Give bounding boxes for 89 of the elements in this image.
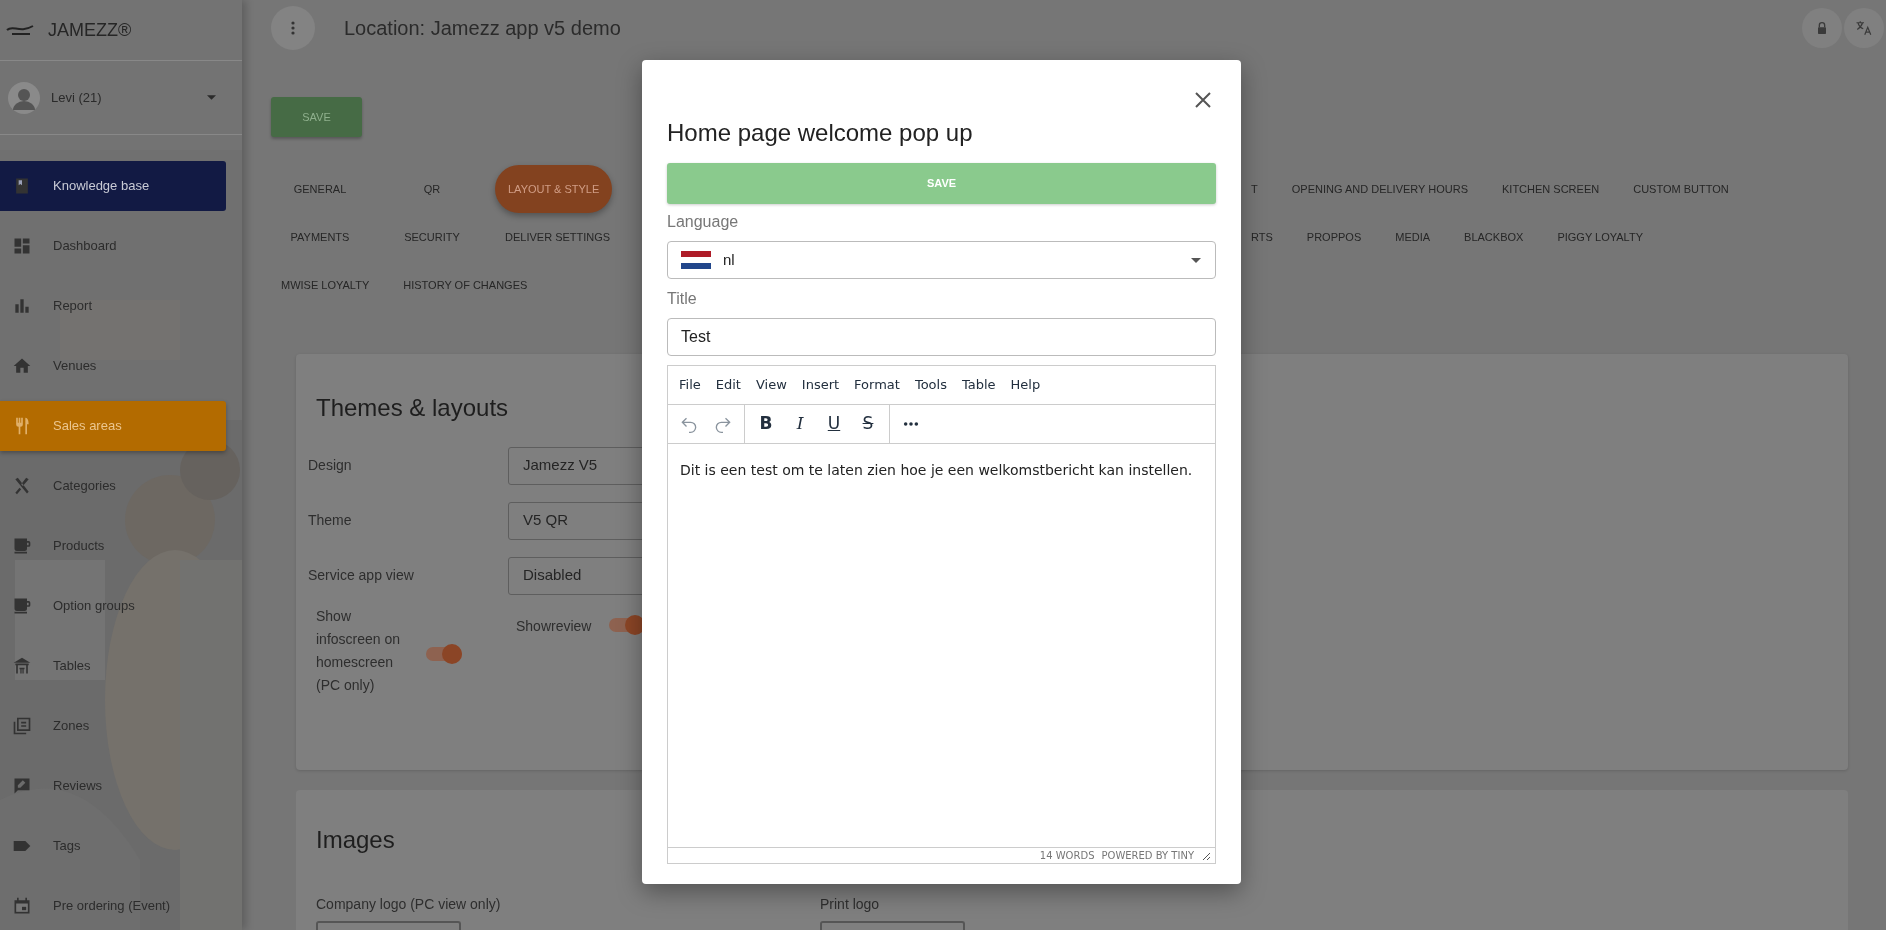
dots-vertical-icon [291, 21, 295, 35]
cup-icon [12, 596, 32, 616]
dashboard-icon [12, 236, 32, 256]
close-button[interactable] [1194, 91, 1212, 109]
sidebar-item[interactable]: Tables [0, 641, 226, 691]
location-title: Location: Jamezz app v5 demo [344, 16, 621, 41]
bar-chart-icon [12, 296, 32, 316]
menu-item[interactable]: Help [1004, 371, 1047, 399]
tab[interactable]: LAYOUT & STYLE [495, 165, 613, 213]
menu-item[interactable]: Edit [709, 371, 747, 399]
card-title: Themes & layouts [316, 393, 509, 423]
menu-item[interactable]: Table [955, 371, 1002, 399]
field-label: Service app view [308, 566, 415, 585]
toggle-label: Showreview [515, 617, 592, 636]
sidebar-item[interactable]: Report [0, 281, 226, 331]
sidebar-item[interactable]: Tags [0, 821, 226, 871]
title-field[interactable]: Test [667, 318, 1216, 356]
calendar-icon [12, 896, 32, 916]
flag-icon [681, 251, 711, 269]
tab[interactable]: T [1241, 165, 1268, 213]
caret-icon [1191, 257, 1201, 263]
tab[interactable]: MEDIA [1385, 213, 1441, 261]
user-menu[interactable]: Levi (21) [0, 61, 242, 135]
house-icon [12, 356, 32, 376]
tab[interactable]: HISTORY OF CHANGES [393, 261, 538, 309]
tab[interactable]: DELIVER SETTINGS [495, 213, 621, 261]
word-count: 14 WORDS [1039, 849, 1095, 863]
sidebar-item[interactable]: Zones [0, 701, 226, 751]
more-icon [903, 422, 919, 426]
close-icon [1194, 91, 1212, 109]
sidebar-item[interactable]: Categories [0, 461, 226, 511]
tab[interactable]: QR [383, 165, 481, 213]
field-label: Design [308, 456, 353, 475]
tab[interactable]: KITCHEN SCREEN [1492, 165, 1610, 213]
menu-item[interactable]: Tools [908, 371, 953, 399]
sidebar-item[interactable]: Products [0, 521, 226, 571]
sidebar-item[interactable]: Pre ordering (Event) [0, 881, 226, 930]
menu-item[interactable]: File [673, 371, 707, 399]
translate-button[interactable] [1844, 8, 1884, 48]
tab[interactable]: MWISE LOYALTY [271, 261, 380, 309]
user-name: Levi (21) [51, 88, 102, 107]
tab[interactable]: PAYMENTS [271, 213, 369, 261]
sidebar-item[interactable]: Reviews [0, 761, 226, 811]
stacked-squares-icon [12, 716, 32, 736]
field-label: Language [667, 212, 740, 232]
language-select[interactable]: nl [667, 241, 1216, 279]
editor-text: Dit is een test om te laten zien hoe je een welkomstbericht kan instellen. [680, 461, 1194, 480]
menu-item[interactable]: Insert [795, 371, 846, 399]
menu-item[interactable]: View [749, 371, 793, 399]
bold-button[interactable]: B [749, 409, 783, 439]
speech-pencil-icon [12, 776, 32, 796]
select-value: nl [723, 249, 735, 270]
toggle-label: Show infoscreen on homescreen (PC only) [315, 607, 402, 695]
powered-by-link[interactable]: POWERED BY TINY [1101, 848, 1194, 863]
field-label: Title [667, 289, 698, 309]
underline-button[interactable]: U [817, 409, 851, 439]
sidebar-item[interactable]: Knowledge base [0, 161, 226, 211]
toggle-switch[interactable] [426, 647, 462, 661]
italic-button[interactable]: I [783, 409, 817, 439]
sidebar-item[interactable]: Option groups [0, 581, 226, 631]
tab[interactable]: PROPPOS [1296, 213, 1372, 261]
tab[interactable]: BLACKBOX [1454, 213, 1534, 261]
caret-icon [207, 95, 216, 100]
resize-handle-icon [1201, 850, 1211, 861]
tab[interactable]: OPENING AND DELIVERY HOURS [1281, 165, 1478, 213]
translate-icon [1855, 19, 1873, 37]
sidebar-item[interactable]: Dashboard [0, 221, 226, 271]
sidebar-item[interactable]: Venues [0, 341, 226, 391]
brand-name: JAMEZZ® [48, 18, 132, 42]
tab[interactable]: PIGGY LOYALTY [1547, 213, 1653, 261]
strikethrough-button[interactable]: S [851, 409, 885, 439]
field-label: Print logo [820, 895, 881, 914]
tab[interactable]: RTS [1241, 213, 1283, 261]
tab[interactable]: GENERAL [271, 165, 369, 213]
dialog-title: Home page welcome pop up [667, 119, 974, 147]
field-label: Theme [308, 511, 353, 530]
save-button[interactable]: SAVE [667, 163, 1216, 204]
avatar-icon [8, 81, 40, 114]
table-icon [12, 656, 32, 676]
lock-button[interactable] [1802, 8, 1842, 48]
sidebar-item[interactable]: Sales areas [0, 401, 226, 451]
menu-item[interactable]: Format [848, 371, 906, 399]
card-title: Images [316, 825, 395, 855]
tab[interactable]: SECURITY [383, 213, 481, 261]
field-label: Company logo (PC view only) [316, 895, 502, 914]
save-button[interactable]: SAVE [271, 97, 362, 137]
cutlery-icon [12, 476, 32, 496]
tab[interactable]: CUSTOM BUTTON [1623, 165, 1739, 213]
cup-icon [12, 536, 32, 556]
